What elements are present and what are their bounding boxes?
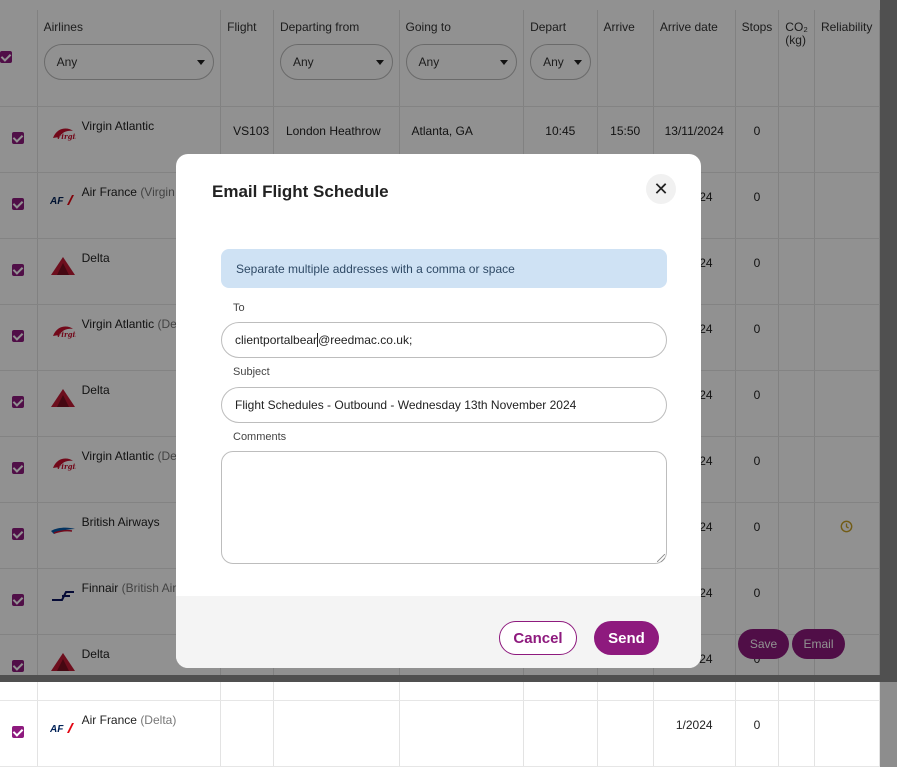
- comments-textarea[interactable]: [221, 451, 667, 564]
- airline-label: Air France: [81, 713, 137, 727]
- row-checkbox[interactable]: [12, 726, 25, 738]
- email-flight-schedule-dialog: Email Flight Schedule ✕ Separate multipl…: [176, 154, 701, 668]
- table-row[interactable]: AF Air France (Delta) 1/2024 0: [0, 700, 881, 767]
- close-icon: ✕: [653, 178, 669, 199]
- dialog-title: Email Flight Schedule: [212, 182, 389, 201]
- going-cell: [399, 700, 525, 767]
- co2-cell: [778, 700, 815, 767]
- reliability-cell: [814, 700, 881, 767]
- send-button[interactable]: Send: [594, 621, 659, 655]
- partner-label: (Delta): [140, 713, 177, 727]
- to-label: To: [233, 302, 245, 314]
- subject-field[interactable]: Flight Schedules - Outbound - Wednesday …: [221, 387, 667, 423]
- airfrance-logo: AF: [50, 719, 76, 737]
- airline-info: AF Air France (Delta): [38, 701, 221, 737]
- arrive-date-cell: 1/2024: [653, 700, 736, 767]
- stops-cell: 0: [735, 700, 780, 767]
- flight-cell: [220, 700, 274, 767]
- comments-label: Comments: [233, 431, 287, 443]
- depart-cell: [523, 700, 598, 767]
- resize-grip-icon[interactable]: [657, 554, 665, 562]
- to-email-field[interactable]: clientportalbear @reedmac.co.uk;: [221, 322, 667, 358]
- airline-name: Air France (Delta): [82, 713, 177, 727]
- info-banner: Separate multiple addresses with a comma…: [221, 249, 667, 288]
- airline-cell: AF Air France (Delta): [37, 700, 222, 767]
- departing-cell: [273, 700, 400, 767]
- dialog-footer: Cancel Send: [176, 596, 701, 668]
- svg-text:AF: AF: [50, 724, 64, 735]
- to-value-end: @reedmac.co.uk;: [318, 333, 413, 347]
- cancel-button[interactable]: Cancel: [499, 621, 577, 655]
- subject-label: Subject: [233, 366, 270, 378]
- row-select-cell: [0, 700, 38, 767]
- arrive-cell: [597, 700, 654, 767]
- close-button[interactable]: ✕: [646, 174, 676, 204]
- to-value-start: clientportalbear: [235, 333, 318, 347]
